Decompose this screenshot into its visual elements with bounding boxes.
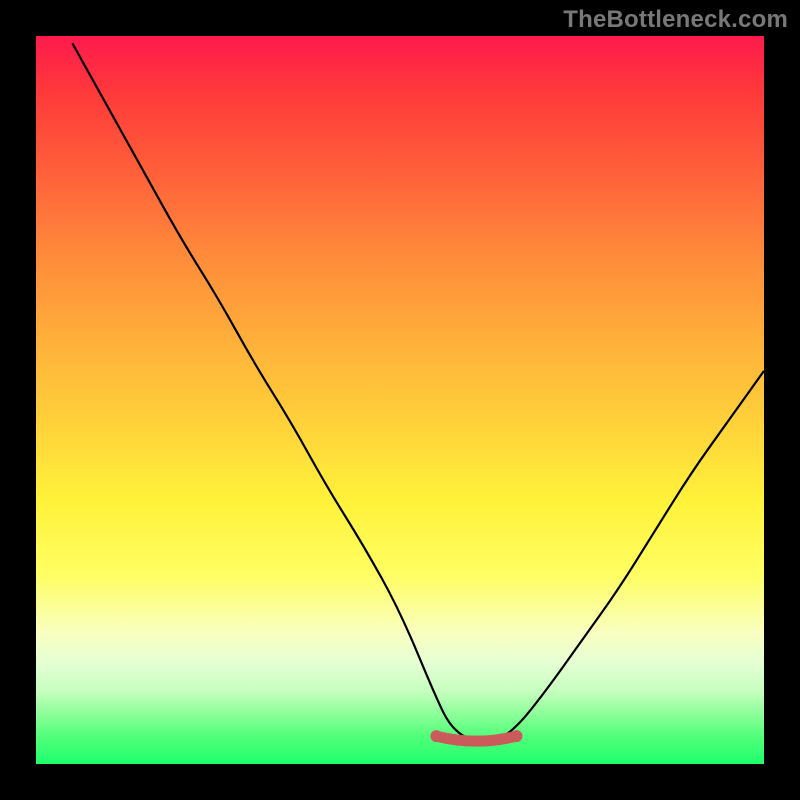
valley-dot-right [510,730,522,742]
chart-container: TheBottleneck.com [0,0,800,800]
chart-svg [36,36,764,764]
valley-highlight [436,736,516,741]
watermark-text: TheBottleneck.com [563,6,788,34]
valley-dot-left [430,730,442,742]
v-curve [72,43,764,742]
